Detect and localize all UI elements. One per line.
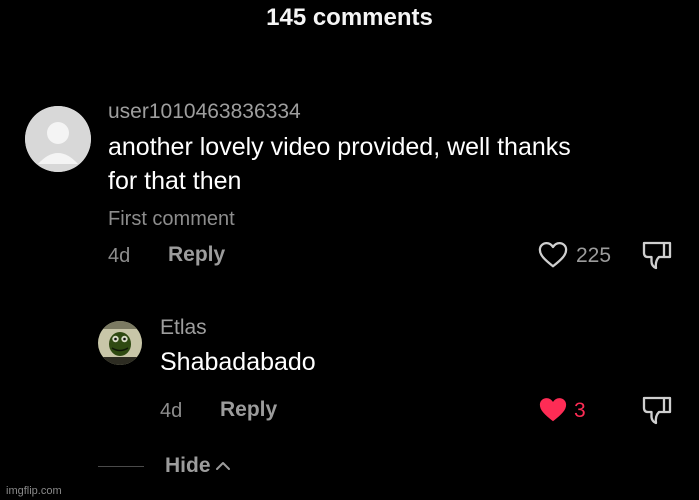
reply-text: Shabadabado — [160, 348, 316, 376]
comment-text-line1: another lovely video provided, well than… — [108, 133, 571, 161]
chevron-up-icon — [215, 462, 230, 471]
comment-timestamp: 4d — [108, 245, 131, 267]
comments-count-title: 145 comments — [266, 4, 433, 31]
thread-divider — [98, 466, 144, 467]
comment-username[interactable]: user1010463836334 — [108, 100, 301, 124]
reply-timestamp: 4d — [160, 400, 183, 422]
comment-text-line2: for that then — [108, 167, 242, 195]
default-avatar-icon[interactable] — [25, 106, 91, 172]
like-count: 3 — [574, 399, 586, 422]
watermark: imgflip.com — [6, 485, 62, 497]
dislike-icon[interactable] — [641, 395, 673, 430]
hide-label: Hide — [165, 454, 211, 477]
like-count: 225 — [576, 244, 612, 267]
hide-replies-button[interactable]: Hide — [165, 454, 231, 478]
heart-icon[interactable] — [538, 396, 568, 429]
first-comment-badge: First comment — [108, 208, 235, 230]
reply-button[interactable]: Reply — [168, 243, 225, 267]
reply-button[interactable]: Reply — [220, 398, 277, 422]
dislike-icon[interactable] — [641, 240, 673, 275]
reply-username[interactable]: Etlas — [160, 316, 207, 340]
heart-icon[interactable] — [538, 241, 568, 274]
user-avatar[interactable] — [98, 321, 142, 365]
